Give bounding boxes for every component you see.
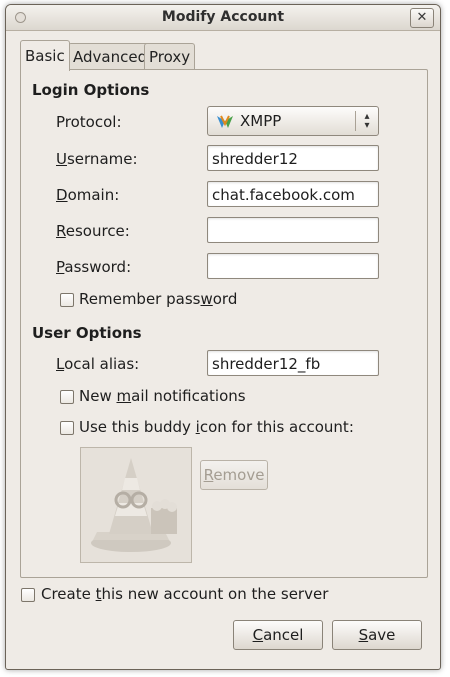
protocol-label: Protocol: [56,113,122,131]
password-field[interactable] [207,253,379,279]
traffic-cone-icon [91,458,177,552]
title-bar[interactable]: Modify Account ✕ [6,5,440,31]
password-label: Password: [56,258,132,276]
buddy-icon-label: Use this buddy icon for this account: [79,418,354,436]
tab-advanced[interactable]: Advanced [68,43,153,70]
remove-button[interactable]: Remove [200,460,268,490]
protocol-select[interactable]: XMPP ▴ ▾ [207,106,379,136]
domain-label: Domain: [56,186,120,204]
tab-proxy[interactable]: Proxy [144,43,196,70]
remember-password-label: Remember password [79,290,238,308]
modify-account-dialog: Modify Account ✕ Basic Advanced Proxy Lo… [5,4,441,670]
create-account-checkbox[interactable] [21,588,35,602]
new-mail-checkbox[interactable] [60,390,74,404]
save-button[interactable]: Save [332,620,422,650]
buddy-icon-button[interactable] [80,447,192,563]
combo-arrows-icon: ▴ ▾ [364,111,370,131]
tab-proxy-label: Proxy [149,48,191,66]
combo-separator [355,111,356,131]
remember-password-checkbox[interactable] [60,293,74,307]
resource-field[interactable] [207,217,379,243]
cancel-button[interactable]: Cancel [233,620,323,650]
buddy-icon-checkbox[interactable] [60,421,74,435]
window-title: Modify Account [161,9,285,25]
xmpp-protocol-icon [217,115,233,128]
create-account-label: Create this new account on the server [41,585,329,603]
resource-label: Resource: [56,222,130,240]
local-alias-field[interactable]: shredder12_fb [207,350,379,376]
username-label: Username: [56,150,138,168]
domain-field[interactable]: chat.facebook.com [207,181,379,207]
local-alias-label: Local alias: [56,355,140,373]
new-mail-label: New mail notifications [79,387,246,405]
tab-advanced-label: Advanced [73,48,148,66]
login-options-heading: Login Options [32,81,150,99]
close-icon[interactable]: ✕ [410,8,434,28]
tab-basic[interactable]: Basic [20,40,70,71]
protocol-value: XMPP [240,112,282,130]
username-field[interactable]: shredder12 [207,145,379,171]
tab-basic-label: Basic [25,47,65,65]
user-options-heading: User Options [32,324,142,342]
